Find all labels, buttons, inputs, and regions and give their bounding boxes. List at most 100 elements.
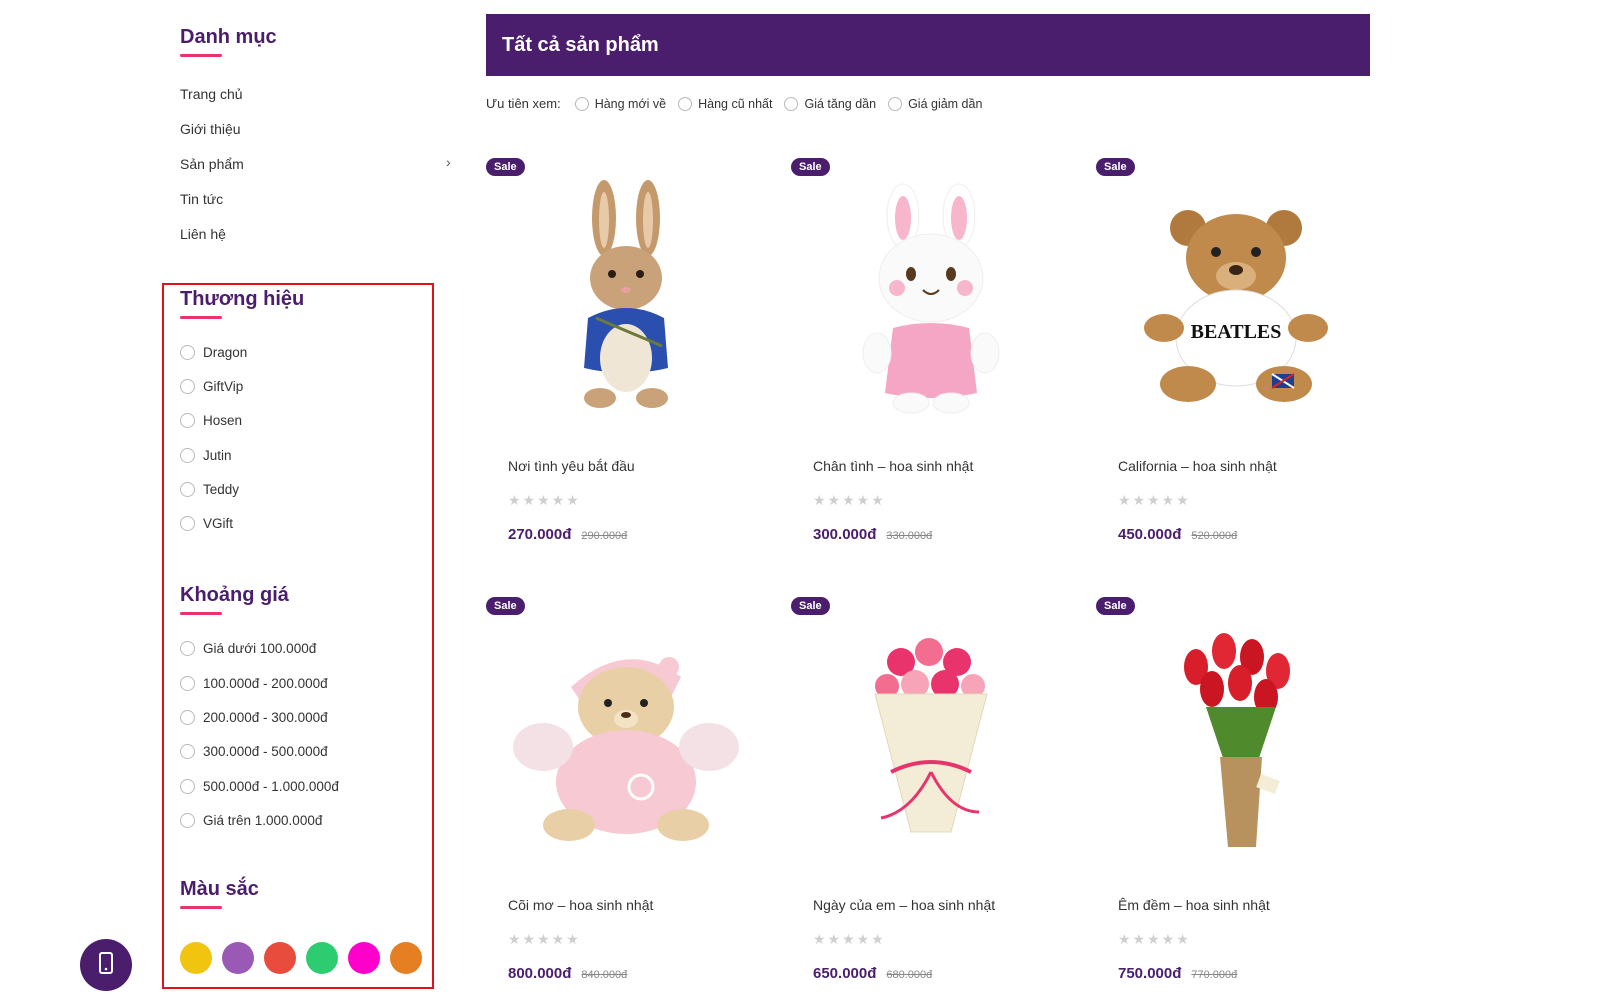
brand-title: Thương hiệu <box>180 288 305 310</box>
pink-bear-icon[interactable] <box>506 617 746 857</box>
phone-call-button[interactable] <box>80 939 132 991</box>
product-card[interactable]: Sale Ngày của em – hoa sinh nhật ★★★★★ 6… <box>791 597 1081 996</box>
radio-button[interactable] <box>180 710 195 725</box>
brand-label: VGift <box>203 516 234 531</box>
product-name[interactable]: Chân tình – hoa sinh nhật <box>813 458 973 474</box>
nav-item-news[interactable]: Tin tức <box>180 191 223 207</box>
category-title: Danh mục <box>180 26 277 48</box>
radio-button[interactable] <box>180 779 195 794</box>
sale-badge: Sale <box>1096 158 1135 176</box>
product-name[interactable]: California – hoa sinh nhật <box>1118 458 1277 474</box>
sort-option-oldest[interactable]: Hàng cũ nhất <box>678 96 772 111</box>
price-option-500k-1m[interactable]: 500.000đ - 1.000.000đ <box>180 779 339 794</box>
current-price: 750.000đ <box>1118 965 1182 982</box>
brand-underline <box>180 316 222 319</box>
brand-label: Teddy <box>203 482 240 497</box>
sort-option-price-asc[interactable]: Giá tăng dần <box>784 96 877 111</box>
sort-option-newest[interactable]: Hàng mới về <box>574 96 667 111</box>
color-swatch-purple[interactable] <box>222 942 254 974</box>
nav-item-about[interactable]: Giới thiệu <box>180 121 241 137</box>
old-price: 520.000đ <box>1191 530 1238 542</box>
radio-button[interactable] <box>784 96 799 111</box>
price-block: 450.000đ 520.000đ <box>1118 526 1237 543</box>
brand-label: GiftVip <box>203 379 244 394</box>
radio-button[interactable] <box>888 96 903 111</box>
radio-button[interactable] <box>180 676 195 691</box>
current-price: 650.000đ <box>813 965 877 982</box>
radio-button[interactable] <box>180 744 195 759</box>
rating-stars: ★★★★★ <box>508 492 581 508</box>
color-swatch-red[interactable] <box>264 942 296 974</box>
product-card[interactable]: Sale Cõi mơ – hoa sinh nhật ★★★★★ 800.00… <box>486 597 776 996</box>
product-card[interactable]: Sale Nơi tình yêu bắt đầu ★★★★★ 270.000đ… <box>486 158 776 588</box>
radio-button[interactable] <box>180 482 195 497</box>
radio-button[interactable] <box>180 345 195 360</box>
rating-stars: ★★★★★ <box>1118 492 1191 508</box>
radio-button[interactable] <box>180 641 195 656</box>
brand-label: Jutin <box>203 448 232 463</box>
nav-item-home[interactable]: Trang chủ <box>180 86 243 102</box>
radio-button[interactable] <box>678 96 693 111</box>
sort-option-label: Giá tăng dần <box>804 96 877 111</box>
nav-item-contact[interactable]: Liên hệ <box>180 226 226 242</box>
brand-label: Dragon <box>203 345 248 360</box>
radio-button[interactable] <box>180 379 195 394</box>
bunny-jacket-icon[interactable] <box>506 178 746 418</box>
tulip-bouquet-icon[interactable] <box>1116 617 1356 857</box>
rose-bouquet-icon[interactable] <box>811 617 1051 857</box>
price-label: Giá trên 1.000.000đ <box>203 813 323 828</box>
sale-badge: Sale <box>791 597 830 615</box>
price-label: Giá dưới 100.000đ <box>203 641 317 656</box>
color-title: Màu sắc <box>180 878 259 900</box>
sale-badge: Sale <box>486 597 525 615</box>
sort-option-label: Hàng mới về <box>594 96 667 111</box>
svg-text:BEATLES: BEATLES <box>1191 321 1282 343</box>
radio-button[interactable] <box>180 813 195 828</box>
sale-badge: Sale <box>1096 597 1135 615</box>
product-name[interactable]: Cõi mơ – hoa sinh nhật <box>508 897 653 913</box>
brand-option-hosen[interactable]: Hosen <box>180 413 242 428</box>
price-option-200k-300k[interactable]: 200.000đ - 300.000đ <box>180 710 328 725</box>
product-name[interactable]: Nơi tình yêu bắt đầu <box>508 458 635 474</box>
radio-button[interactable] <box>574 96 589 111</box>
price-block: 750.000đ 770.000đ <box>1118 965 1237 982</box>
price-block: 270.000đ 290.000đ <box>508 526 627 543</box>
product-name[interactable]: Ngày của em – hoa sinh nhật <box>813 897 995 913</box>
brand-option-giftvip[interactable]: GiftVip <box>180 379 243 394</box>
price-option-300k-500k[interactable]: 300.000đ - 500.000đ <box>180 744 328 759</box>
brand-option-jutin[interactable]: Jutin <box>180 448 232 463</box>
page-header: Tất cả sản phẩm <box>486 14 1370 76</box>
chevron-right-icon[interactable]: › <box>446 154 451 170</box>
price-label: 300.000đ - 500.000đ <box>203 744 328 759</box>
sale-badge: Sale <box>486 158 525 176</box>
brand-option-dragon[interactable]: Dragon <box>180 345 247 360</box>
price-option-under-100k[interactable]: Giá dưới 100.000đ <box>180 641 316 656</box>
price-option-over-1m[interactable]: Giá trên 1.000.000đ <box>180 813 322 828</box>
color-swatch-orange[interactable] <box>390 942 422 974</box>
current-price: 450.000đ <box>1118 526 1182 543</box>
product-name[interactable]: Êm đềm – hoa sinh nhật <box>1118 897 1270 913</box>
rating-stars: ★★★★★ <box>813 931 886 947</box>
product-card[interactable]: Sale BEATLES California – hoa sinh nhật … <box>1096 158 1386 588</box>
pink-bunny-icon[interactable] <box>811 178 1051 418</box>
current-price: 800.000đ <box>508 965 572 982</box>
price-block: 300.000đ 330.000đ <box>813 526 932 543</box>
sale-badge: Sale <box>791 158 830 176</box>
brand-option-teddy[interactable]: Teddy <box>180 482 239 497</box>
sort-option-price-desc[interactable]: Giá giảm dần <box>888 96 982 111</box>
price-option-100k-200k[interactable]: 100.000đ - 200.000đ <box>180 676 328 691</box>
color-swatch-yellow[interactable] <box>180 942 212 974</box>
brand-option-vgift[interactable]: VGift <box>180 516 233 531</box>
current-price: 270.000đ <box>508 526 572 543</box>
color-swatch-green[interactable] <box>306 942 338 974</box>
color-swatch-magenta[interactable] <box>348 942 380 974</box>
product-card[interactable]: Sale Êm đềm – hoa sinh nhật ★★★★★ 750.00… <box>1096 597 1386 996</box>
product-card[interactable]: Sale Chân tình – hoa sinh nhật ★★★★★ 300… <box>791 158 1081 588</box>
nav-item-products[interactable]: Sản phẩm <box>180 156 244 172</box>
rating-stars: ★★★★★ <box>813 492 886 508</box>
teddy-bear-icon[interactable]: BEATLES <box>1116 178 1356 418</box>
radio-button[interactable] <box>180 516 195 531</box>
radio-button[interactable] <box>180 448 195 463</box>
price-label: 100.000đ - 200.000đ <box>203 676 328 691</box>
radio-button[interactable] <box>180 413 195 428</box>
